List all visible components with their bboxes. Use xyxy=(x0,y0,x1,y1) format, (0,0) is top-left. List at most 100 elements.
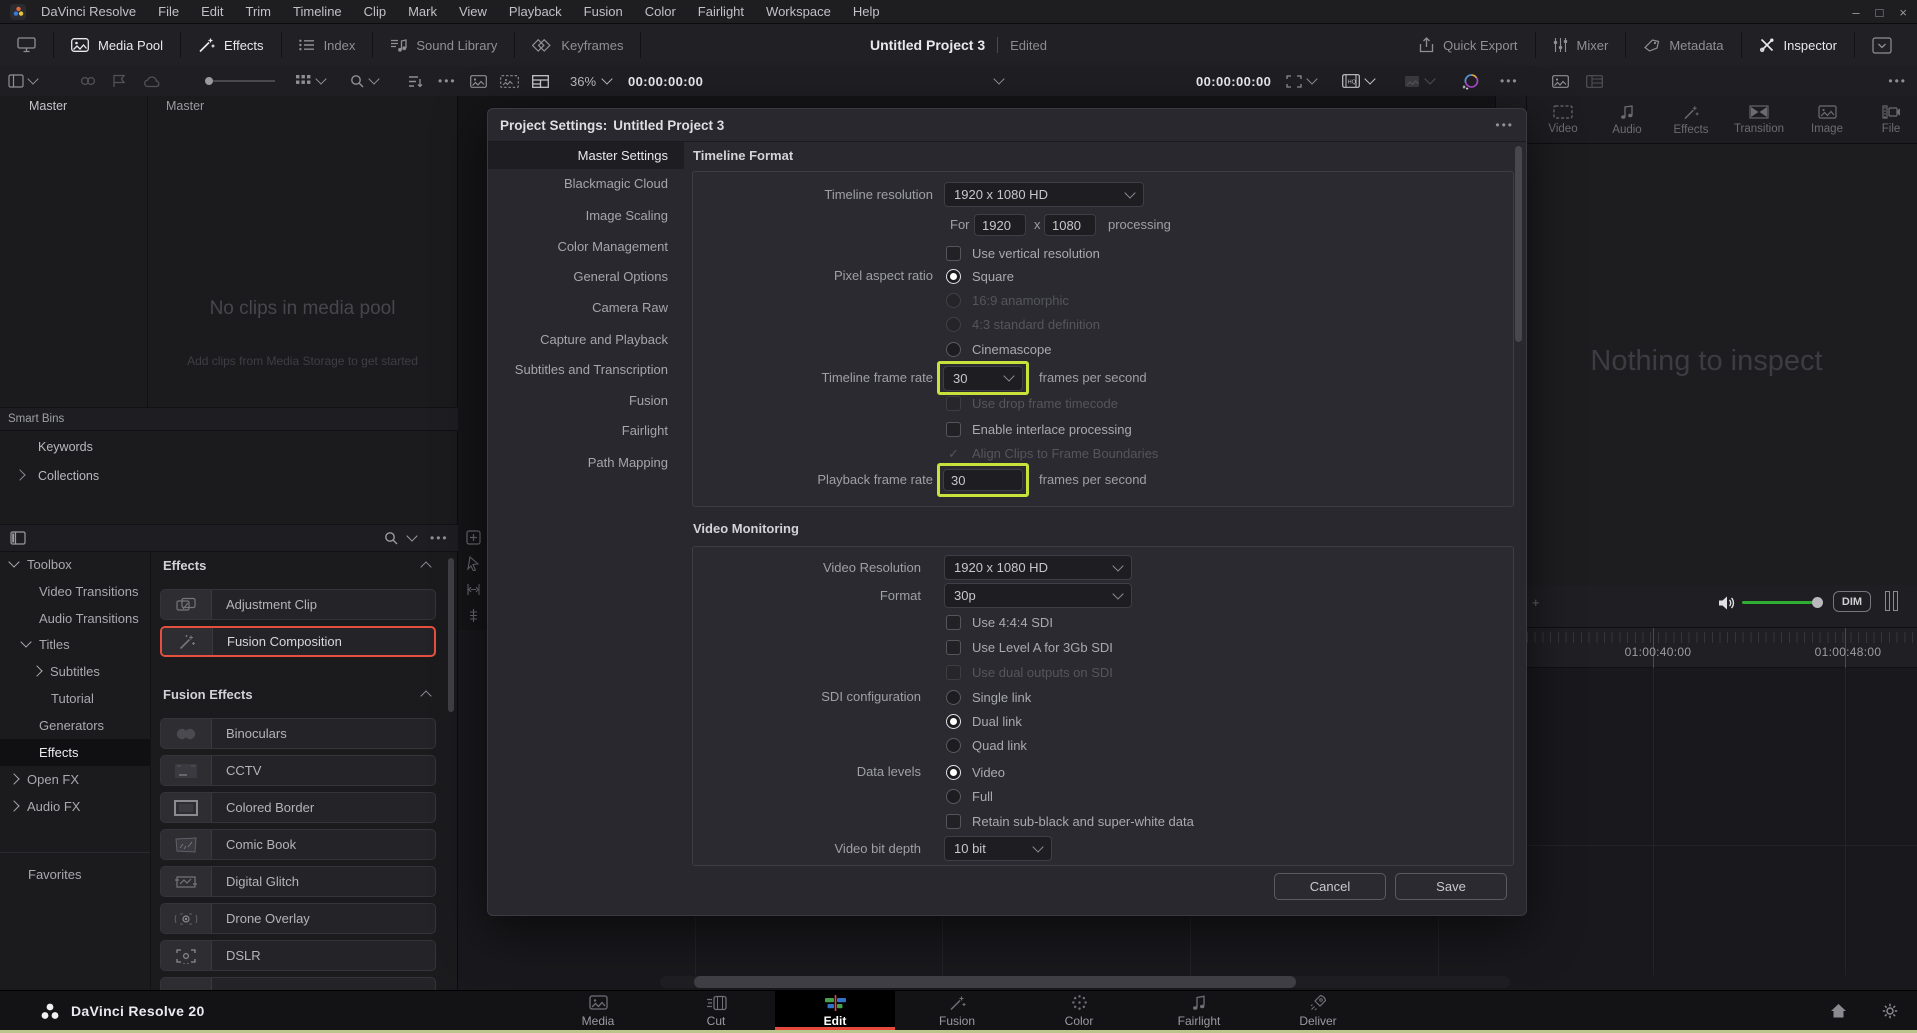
menu-item-clip[interactable]: Clip xyxy=(353,0,397,24)
inspector-tab-image[interactable]: Image xyxy=(1796,96,1858,144)
menu-item-app[interactable]: DaVinci Resolve xyxy=(30,0,147,24)
tree-item-subtitles[interactable]: Subtitles xyxy=(33,660,100,682)
settings-nav-camera-raw[interactable]: Camera Raw xyxy=(486,297,682,319)
menu-item-mark[interactable]: Mark xyxy=(397,0,448,24)
tree-item-video-transitions[interactable]: Video Transitions xyxy=(39,580,139,602)
timeline-frame-rate-dropdown[interactable]: 30 xyxy=(943,366,1023,391)
chevron-up-icon[interactable] xyxy=(420,561,431,572)
inspector-tab-audio[interactable]: Audio xyxy=(1596,96,1658,144)
par-option-square[interactable]: Square xyxy=(946,266,1014,286)
menu-item-view[interactable]: View xyxy=(448,0,498,24)
more-options-icon[interactable]: ••• xyxy=(1500,66,1519,96)
window-minimize-button[interactable]: – xyxy=(1852,5,1859,20)
menu-item-timeline[interactable]: Timeline xyxy=(282,0,353,24)
metadata-button[interactable]: Metadata xyxy=(1626,24,1740,66)
page-tab-color[interactable]: Color xyxy=(1019,991,1139,1031)
chevron-up-icon[interactable] xyxy=(420,690,431,701)
effects-button[interactable]: Effects xyxy=(181,24,281,66)
menu-item-playback[interactable]: Playback xyxy=(498,0,573,24)
video-resolution-dropdown[interactable]: 1920 x 1080 HD xyxy=(944,555,1132,580)
playback-frame-rate-field[interactable]: 30 xyxy=(943,469,1023,491)
sdi-option-dual-link[interactable]: Dual link xyxy=(946,711,1022,731)
timeline-tool-icon[interactable] xyxy=(466,582,481,597)
menu-item-fusion[interactable]: Fusion xyxy=(573,0,634,24)
dialog-more-icon[interactable]: ••• xyxy=(1495,118,1514,132)
menu-item-file[interactable]: File xyxy=(147,0,190,24)
single-viewer-icon[interactable] xyxy=(1552,66,1569,96)
meters-toggle-icon[interactable] xyxy=(1885,591,1898,611)
index-button[interactable]: Index xyxy=(282,24,373,66)
more-options-icon[interactable]: ••• xyxy=(438,66,457,96)
settings-nav-image-scaling[interactable]: Image Scaling xyxy=(486,205,682,227)
tree-item-audio-transitions[interactable]: Audio Transitions xyxy=(39,607,139,629)
tree-item-effects[interactable]: Effects xyxy=(39,741,79,763)
playback-quality-button[interactable]: HQ xyxy=(1342,66,1374,96)
settings-nav-blackmagic-cloud[interactable]: Blackmagic Cloud xyxy=(486,173,682,195)
settings-nav-fusion[interactable]: Fusion xyxy=(486,390,682,412)
window-close-button[interactable]: × xyxy=(1899,5,1907,20)
processing-width-field[interactable]: 1920 xyxy=(974,214,1026,236)
fit-view-button[interactable] xyxy=(1286,66,1316,96)
effects-scrollbar[interactable] xyxy=(448,558,454,712)
timeline-tool-icon[interactable] xyxy=(466,608,481,623)
settings-nav-capture-playback[interactable]: Capture and Playback xyxy=(486,329,682,351)
menu-item-trim[interactable]: Trim xyxy=(235,0,283,24)
volume-slider-handle[interactable] xyxy=(1812,597,1823,608)
more-options-icon[interactable]: ••• xyxy=(1888,66,1907,96)
tree-item-open-fx[interactable]: Open FX xyxy=(10,768,79,790)
link-clips-icon[interactable] xyxy=(80,66,96,96)
workspace-layout-button[interactable] xyxy=(0,24,53,66)
grid-view-button[interactable] xyxy=(296,66,325,96)
effect-card-colored-border[interactable]: Colored Border xyxy=(160,792,436,823)
page-tab-deliver[interactable]: Deliver xyxy=(1258,991,1378,1031)
timeline-view-options-button[interactable] xyxy=(8,66,37,96)
inspector-button[interactable]: Inspector xyxy=(1742,24,1854,66)
inspector-tab-effects[interactable]: Effects xyxy=(1660,96,1722,144)
inspector-tab-file[interactable]: File xyxy=(1860,96,1917,144)
quick-export-button[interactable]: Quick Export xyxy=(1402,24,1534,66)
flag-clip-icon[interactable] xyxy=(112,66,127,96)
timeline-ruler[interactable]: 01:00:40:00 01:00:48:00 xyxy=(1527,628,1917,668)
timeline-selector-dropdown[interactable] xyxy=(995,66,1003,96)
data-levels-option-full[interactable]: Full xyxy=(946,786,993,806)
page-tab-media[interactable]: Media xyxy=(538,991,658,1031)
use-444-sdi-option[interactable]: Use 4:4:4 SDI xyxy=(946,612,1053,632)
effect-card-digital-glitch[interactable]: Digital Glitch xyxy=(160,866,436,897)
smart-bin-collections[interactable]: Collections xyxy=(38,466,99,486)
settings-nav-path-mapping[interactable]: Path Mapping xyxy=(486,452,682,474)
cancel-button[interactable]: Cancel xyxy=(1274,873,1386,900)
settings-nav-master-settings[interactable]: Master Settings xyxy=(486,145,682,167)
menu-item-fairlight[interactable]: Fairlight xyxy=(687,0,755,24)
settings-nav-color-management[interactable]: Color Management xyxy=(486,236,682,258)
storyboard-view-icon[interactable] xyxy=(532,66,549,96)
save-button[interactable]: Save xyxy=(1395,873,1507,900)
search-media-button[interactable] xyxy=(350,66,378,96)
timeline-tool-icon[interactable] xyxy=(466,556,481,571)
volume-slider-track[interactable] xyxy=(1742,601,1817,604)
tree-item-tutorial[interactable]: Tutorial xyxy=(51,687,94,709)
tree-item-audio-fx[interactable]: Audio FX xyxy=(10,795,80,817)
add-track-icon[interactable]: + xyxy=(1532,595,1540,610)
sort-button[interactable] xyxy=(408,66,423,96)
page-tab-fusion[interactable]: Fusion xyxy=(897,991,1017,1031)
gear-icon[interactable] xyxy=(1882,1003,1898,1019)
smart-bins-header[interactable]: Smart Bins xyxy=(0,407,458,431)
format-dropdown[interactable]: 30p xyxy=(944,583,1132,608)
data-levels-option-video[interactable]: Video xyxy=(946,762,1005,782)
par-option-cinemascope[interactable]: Cinemascope xyxy=(946,339,1052,359)
use-vertical-resolution-option[interactable]: Use vertical resolution xyxy=(946,243,1100,263)
keyframes-button[interactable]: Keyframes xyxy=(515,24,640,66)
media-pool-button[interactable]: Media Pool xyxy=(54,24,180,66)
filmstrip-view-icon[interactable] xyxy=(500,66,519,96)
page-tab-edit[interactable]: Edit xyxy=(775,991,895,1031)
menu-item-edit[interactable]: Edit xyxy=(190,0,234,24)
sdi-option-quad-link[interactable]: Quad link xyxy=(946,735,1027,755)
use-level-a-option[interactable]: Use Level A for 3Gb SDI xyxy=(946,637,1113,657)
effect-card-dslr[interactable]: DSLR xyxy=(160,940,436,971)
clip-size-slider[interactable] xyxy=(205,66,275,96)
color-enhancement-icon[interactable] xyxy=(1462,66,1480,96)
timeline-scrollbar-thumb[interactable] xyxy=(694,976,1296,988)
tree-item-favorites[interactable]: Favorites xyxy=(28,863,81,885)
speaker-icon[interactable] xyxy=(1718,595,1737,611)
settings-nav-general-options[interactable]: General Options xyxy=(486,266,682,288)
